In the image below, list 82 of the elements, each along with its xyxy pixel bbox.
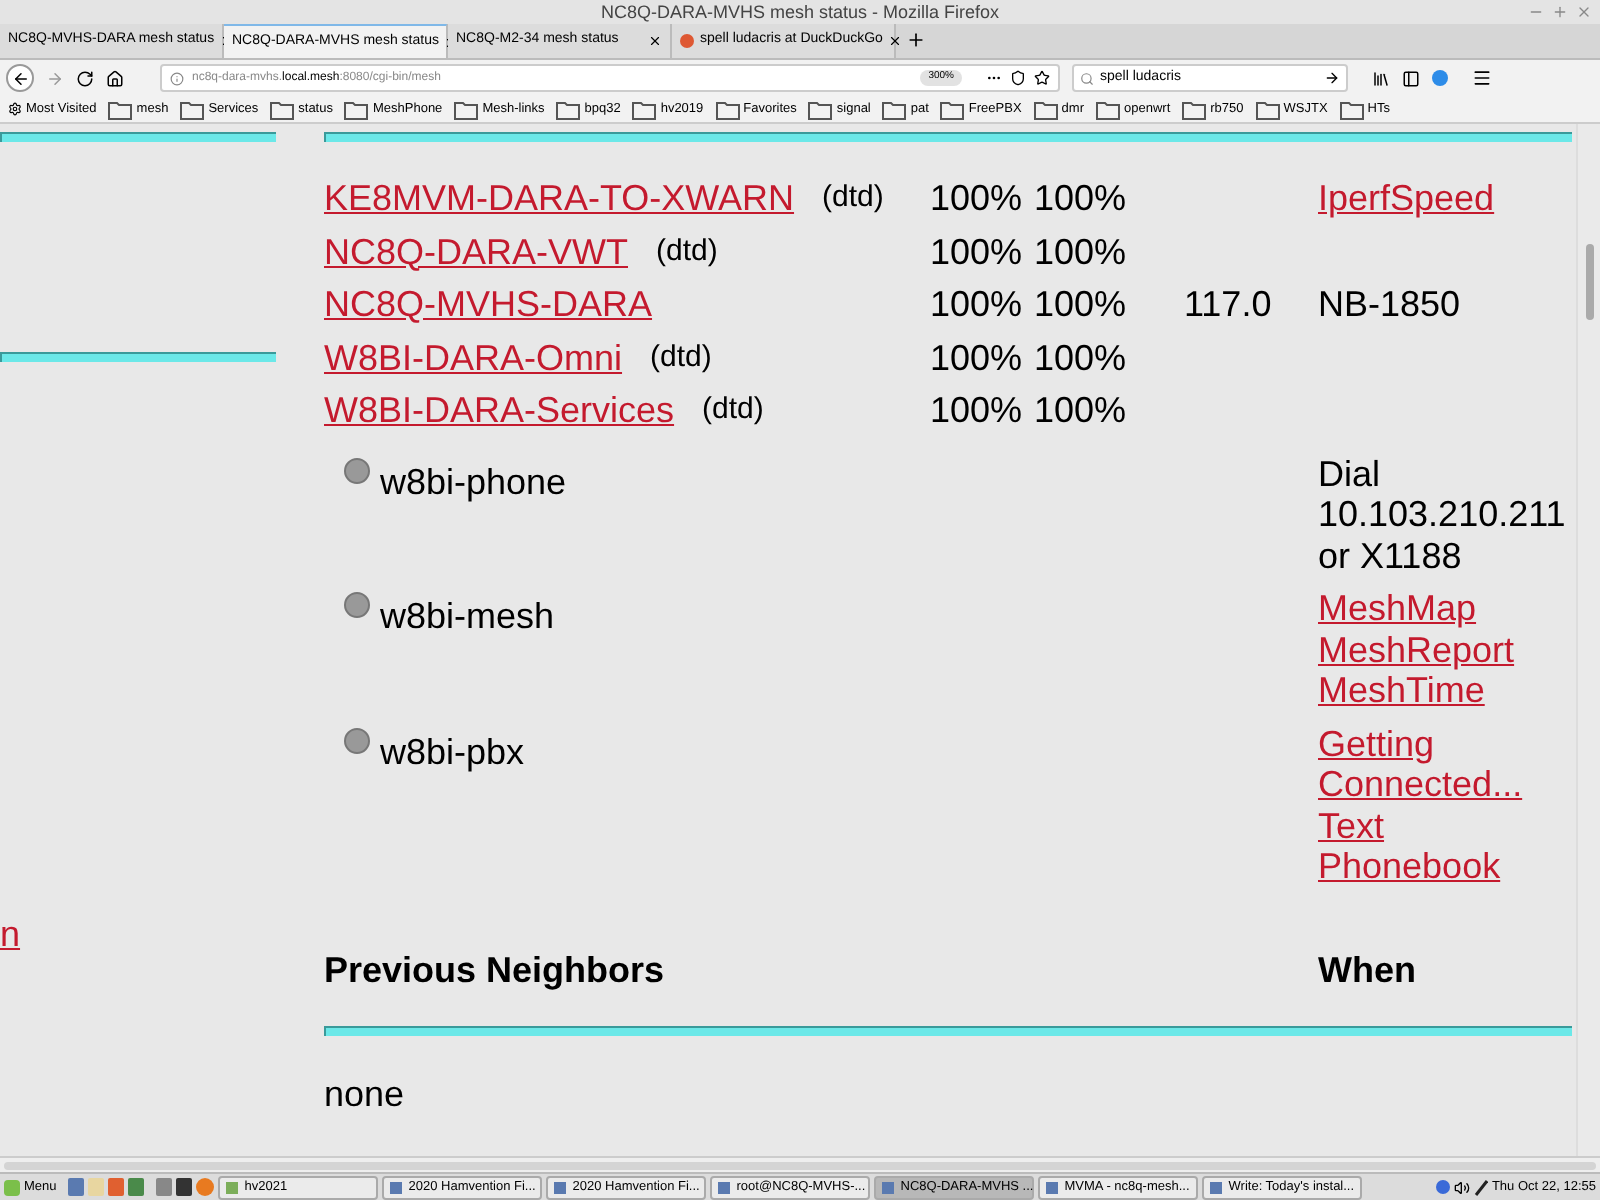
host-name: w8bi-phone (380, 461, 567, 502)
neighbor-note: (dtd) (822, 178, 884, 219)
neighbor-note: (dtd) (650, 337, 712, 378)
volume-icon[interactable] (1453, 1179, 1470, 1195)
neighbor-link[interactable]: W8BI-DARA-Omni (324, 331, 623, 385)
folder-icon (1339, 99, 1364, 119)
host-bullet-icon (344, 457, 370, 483)
window-icon (1046, 1181, 1059, 1193)
service-link[interactable]: MeshReport (1318, 629, 1515, 670)
nav-link[interactable]: n (0, 914, 21, 954)
extension-icon[interactable] (1432, 70, 1448, 86)
folder-icon (344, 99, 369, 119)
host-bullet-icon (344, 727, 370, 753)
folder-icon (1096, 99, 1120, 119)
service-text: NB-1850 (1318, 284, 1461, 324)
new-tab-icon[interactable] (906, 30, 926, 50)
neighbor-note: (dtd) (702, 390, 764, 431)
neighbor-link-quality: 100% (1034, 388, 1129, 434)
link-quality: 100% (930, 282, 1025, 328)
scrollbar-thumb[interactable] (1585, 244, 1593, 320)
section-heading: Previous Neighbors (324, 947, 667, 994)
host-name: w8bi-pbx (380, 731, 525, 772)
link-cost: 117.0 (1184, 284, 1272, 324)
link-quality: 100% (930, 335, 1025, 381)
menu-icon[interactable] (1472, 68, 1492, 88)
host-name: w8bi-mesh (380, 596, 555, 637)
neighbor-link-quality: 100% (1034, 229, 1129, 275)
back-icon (11, 69, 29, 87)
service-link[interactable]: Getting Connected... (1318, 723, 1572, 805)
service-link[interactable]: IperfSpeed (1318, 178, 1495, 218)
horizontal-scrollbar-thumb[interactable] (4, 1161, 1596, 1169)
folder-icon (882, 99, 907, 119)
folder-icon (454, 99, 479, 119)
window-title: NC8Q-DARA-MVHS mesh status - Mozilla Firefox (600, 3, 1000, 21)
service-text: Dial 10.103.210.211 or X1188 (1318, 453, 1568, 576)
window-icon (718, 1181, 731, 1193)
neighbor-link-quality: 100% (1034, 176, 1129, 222)
folder-icon (108, 99, 133, 119)
link-quality: 100% (930, 388, 1025, 434)
folder-icon (632, 99, 657, 119)
service-link[interactable]: MeshTime (1318, 670, 1485, 711)
close-icon[interactable] (648, 33, 662, 47)
folder-icon (808, 99, 833, 119)
window-icon (390, 1181, 403, 1193)
window-icon (554, 1181, 567, 1193)
service-link[interactable]: Phonebook (1318, 846, 1501, 887)
neighbor-link[interactable]: KE8MVM-DARA-TO-XWARN (324, 172, 795, 226)
reload-icon[interactable] (76, 69, 94, 87)
service-link[interactable]: MeshMap (1318, 588, 1477, 629)
link-quality: 100% (930, 229, 1025, 275)
gear-icon (8, 102, 22, 116)
folder-icon (940, 99, 965, 119)
neighbor-link[interactable]: NC8Q-DARA-VWT (324, 225, 628, 279)
back-button[interactable] (6, 64, 34, 92)
folder-icon (715, 99, 740, 119)
column-heading: When (1318, 947, 1416, 993)
go-arrow-icon[interactable] (1324, 70, 1340, 86)
service-link[interactable]: Text (1318, 805, 1385, 846)
neighbor-link-quality: 100% (1034, 335, 1129, 381)
neighbor-link[interactable]: W8BI-DARA-Services (324, 384, 675, 438)
neighbor-note: (dtd) (656, 231, 718, 272)
folder-icon (1255, 99, 1280, 119)
info-icon (170, 71, 184, 85)
neighbor-link-quality: 100% (1034, 282, 1129, 328)
library-icon[interactable] (1372, 69, 1390, 87)
host-bullet-icon (344, 592, 370, 618)
search-icon (1080, 71, 1094, 85)
home-icon[interactable] (106, 69, 124, 87)
close-icon[interactable] (888, 33, 903, 47)
window-icon (226, 1181, 239, 1193)
window-icon (882, 1181, 895, 1193)
folder-icon (180, 99, 205, 119)
sidebar-icon[interactable] (1402, 69, 1420, 87)
empty-text: none (324, 1073, 405, 1113)
folder-icon (1033, 99, 1058, 119)
link-quality: 100% (930, 176, 1025, 222)
folder-icon (1182, 99, 1207, 119)
folder-icon (556, 99, 581, 119)
folder-icon (270, 99, 295, 119)
star-icon[interactable] (1034, 70, 1050, 86)
window-icon (1210, 1181, 1223, 1193)
neighbor-link[interactable]: NC8Q-MVHS-DARA (324, 278, 653, 332)
